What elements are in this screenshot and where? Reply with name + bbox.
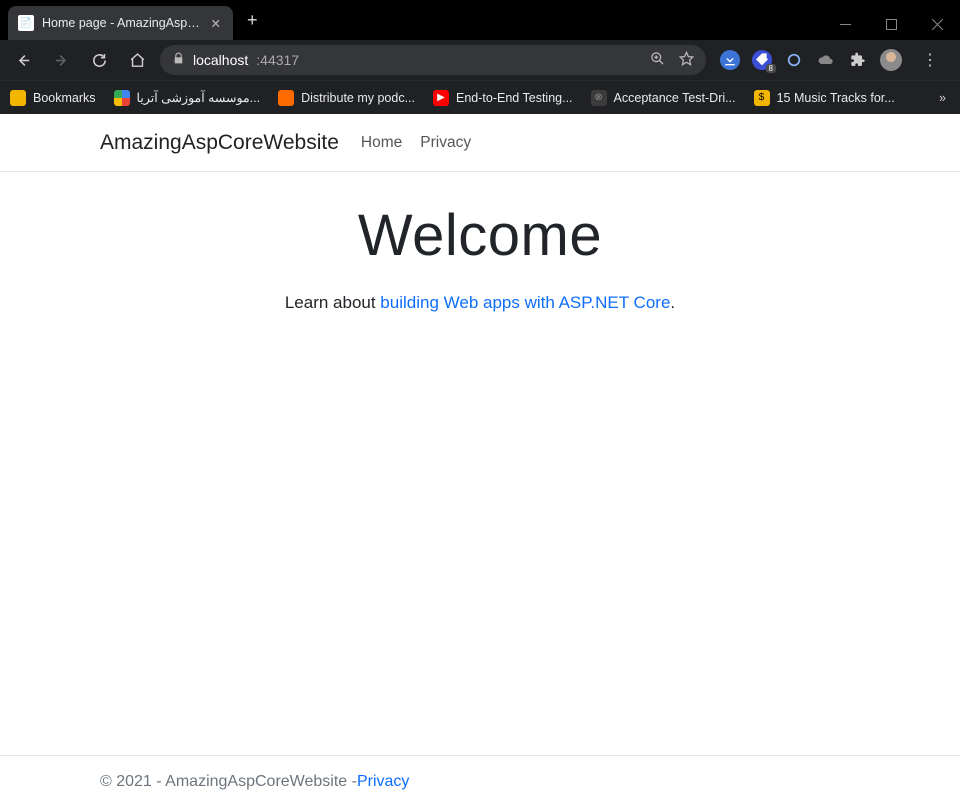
bookmark-icon: ⊗ xyxy=(591,90,607,106)
extension-badge: 8 xyxy=(766,64,776,73)
reload-button[interactable] xyxy=(84,45,114,75)
url-port: :44317 xyxy=(256,52,299,68)
nav-home-link[interactable]: Home xyxy=(361,134,402,152)
extension-icons: 8 ⋮ xyxy=(714,49,952,71)
bookmark-item[interactable]: Bookmarks xyxy=(10,90,96,106)
tab-title: Home page - AmazingAspCoreW xyxy=(42,16,201,30)
footer-privacy-link[interactable]: Privacy xyxy=(357,773,409,791)
hero-heading: Welcome xyxy=(0,202,960,269)
hero-trail-text: . xyxy=(670,293,675,312)
site-brand-link[interactable]: AmazingAspCoreWebsite xyxy=(100,131,339,155)
bookmark-label: End-to-End Testing... xyxy=(456,91,573,105)
browser-toolbar: localhost :44317 8 ⋮ xyxy=(0,40,960,80)
bookmark-item[interactable]: Distribute my podc... xyxy=(278,90,415,106)
footer-text: © 2021 - AmazingAspCoreWebsite - xyxy=(100,773,357,791)
bookmarks-bar: Bookmarks موسسه آموزشی آتریا... Distribute… xyxy=(0,80,960,114)
bookmark-label: موسسه آموزشی آتریا... xyxy=(137,90,261,105)
site-footer: © 2021 - AmazingAspCoreWebsite - Privacy xyxy=(0,755,960,807)
hero-paragraph: Learn about building Web apps with ASP.N… xyxy=(0,293,960,313)
tab-favicon: 📄 xyxy=(18,15,34,31)
extension-ring-icon[interactable] xyxy=(784,50,804,70)
bookmark-item[interactable]: ▶ End-to-End Testing... xyxy=(433,90,573,106)
back-button[interactable] xyxy=(8,45,38,75)
hero-link[interactable]: building Web apps with ASP.NET Core xyxy=(380,293,670,312)
browser-menu-button[interactable]: ⋮ xyxy=(914,50,946,70)
bookmark-label: Distribute my podc... xyxy=(301,91,415,105)
bookmark-icon xyxy=(114,90,130,106)
bookmark-label: Bookmarks xyxy=(33,91,96,105)
window-close-button[interactable] xyxy=(914,8,960,40)
address-bar[interactable]: localhost :44317 xyxy=(160,45,706,75)
bookmark-icon: ▶ xyxy=(433,90,449,106)
lock-icon xyxy=(172,52,185,68)
url-host: localhost xyxy=(193,52,248,68)
profile-avatar[interactable] xyxy=(880,49,902,71)
bookmark-icon: $ xyxy=(754,90,770,106)
bookmark-item[interactable]: $15 Music Tracks for... xyxy=(754,90,895,106)
bookmark-icon xyxy=(10,90,26,106)
browser-titlebar: 📄 Home page - AmazingAspCoreW ✕ + xyxy=(0,0,960,40)
bookmark-icon xyxy=(278,90,294,106)
bookmarks-overflow-button[interactable]: » xyxy=(935,91,950,105)
bookmark-item[interactable]: ⊗ Acceptance Test-Dri... xyxy=(591,90,736,106)
browser-tab[interactable]: 📄 Home page - AmazingAspCoreW ✕ xyxy=(8,6,233,40)
forward-button[interactable] xyxy=(46,45,76,75)
hero-lead-text: Learn about xyxy=(285,293,380,312)
page-body: Welcome Learn about building Web apps wi… xyxy=(0,172,960,755)
star-icon[interactable] xyxy=(679,51,694,69)
extension-cloud-icon[interactable] xyxy=(816,50,836,70)
window-maximize-button[interactable] xyxy=(868,8,914,40)
site-navbar: AmazingAspCoreWebsite Home Privacy xyxy=(0,114,960,172)
nav-privacy-link[interactable]: Privacy xyxy=(420,134,471,152)
bookmark-label: 15 Music Tracks for... xyxy=(777,91,895,105)
tab-close-icon[interactable]: ✕ xyxy=(209,16,223,31)
zoom-icon[interactable] xyxy=(650,51,665,69)
extensions-button[interactable] xyxy=(848,50,868,70)
bookmark-label: Acceptance Test-Dri... xyxy=(614,91,736,105)
page-viewport: AmazingAspCoreWebsite Home Privacy Welco… xyxy=(0,114,960,807)
new-tab-button[interactable]: + xyxy=(233,10,272,31)
window-controls xyxy=(822,8,960,40)
extension-download-icon[interactable] xyxy=(720,50,740,70)
window-minimize-button[interactable] xyxy=(822,8,868,40)
bookmark-item[interactable]: موسسه آموزشی آتریا... xyxy=(114,90,261,106)
extension-tag-icon[interactable]: 8 xyxy=(752,50,772,70)
home-button[interactable] xyxy=(122,45,152,75)
